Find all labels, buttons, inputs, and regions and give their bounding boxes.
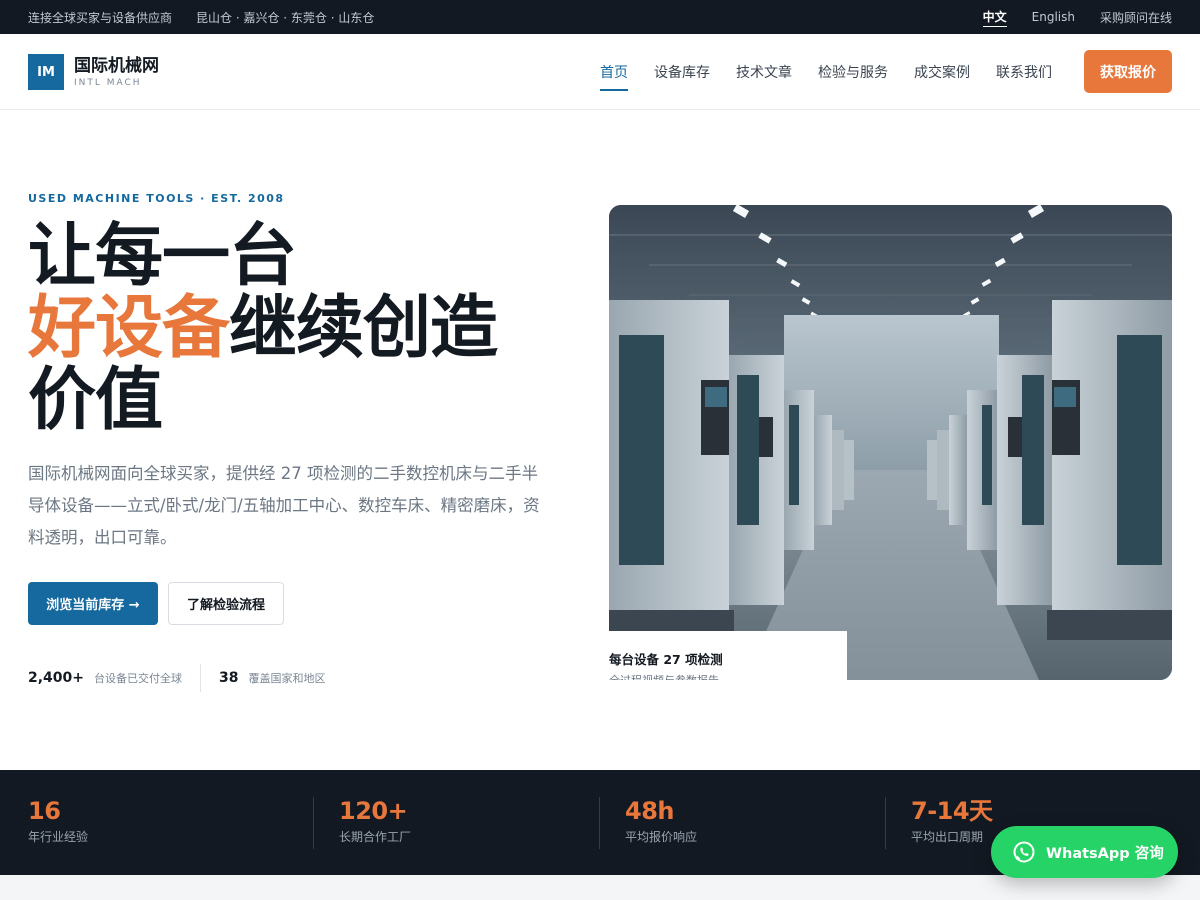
mini-stat-label: 覆盖国家和地区	[248, 672, 326, 685]
caption-subtitle: 全过程视频与参数报告	[609, 672, 847, 680]
caption-title: 每台设备 27 项检测	[609, 652, 723, 667]
nav-home[interactable]: 首页	[600, 34, 628, 110]
browse-inventory-button[interactable]: 浏览当前库存 →	[28, 582, 158, 625]
hero-eyebrow: USED MACHINE TOOLS · EST. 2008	[28, 192, 285, 205]
hero-title-accent: 好设备	[28, 288, 230, 368]
warehouse-list: 昆山仓 · 嘉兴仓 · 东莞仓 · 山东仓	[196, 10, 375, 25]
nav-cases[interactable]: 成交案例	[914, 34, 970, 110]
mini-stat-divider	[200, 664, 202, 692]
stat-label: 年行业经验	[28, 830, 89, 844]
main-nav: 首页 设备库存 技术文章 检验与服务 成交案例 联系我们	[574, 34, 1052, 110]
nav-inspection[interactable]: 检验与服务	[818, 34, 888, 110]
nav-inventory[interactable]: 设备库存	[654, 34, 710, 110]
inspection-caption-card: 每台设备 27 项检测 全过程视频与参数报告	[609, 631, 847, 680]
stat-value: 7-14天	[911, 797, 993, 825]
stat-response: 48h 平均报价响应	[625, 796, 697, 845]
lang-en-link[interactable]: English	[1032, 10, 1075, 24]
whatsapp-icon	[1013, 841, 1035, 863]
mini-stat-value: 38	[219, 670, 239, 686]
site-header: IM 国际机械网 INTL MACH 首页 设备库存 技术文章 检验与服务 成交…	[0, 34, 1200, 110]
hero-title-line2: 继续创造	[229, 288, 498, 368]
stat-divider	[885, 797, 886, 849]
whatsapp-chat-button[interactable]: WhatsApp 咨询	[991, 826, 1178, 878]
stat-value: 48h	[625, 797, 674, 825]
inspection-process-button[interactable]: 了解检验流程	[168, 582, 284, 625]
stat-label: 平均报价响应	[625, 830, 698, 844]
stat-factories: 120+ 长期合作工厂	[339, 796, 411, 845]
mini-stat-value: 2,400+	[28, 670, 85, 686]
nav-contact[interactable]: 联系我们	[996, 34, 1052, 110]
mini-stat-countries: 38 覆盖国家和地区	[219, 670, 325, 686]
logo-name: 国际机械网	[74, 56, 159, 76]
hero-title: 让每一台 好设备继续创造 价值	[28, 216, 498, 440]
logo-subtitle: INTL MACH	[74, 78, 142, 88]
stat-label: 长期合作工厂	[339, 830, 412, 844]
logo[interactable]: IM 国际机械网 INTL MACH	[28, 54, 159, 90]
hero-title-line1: 让每一台	[28, 216, 297, 296]
mini-stat-label: 台设备已交付全球	[94, 672, 183, 685]
stat-divider	[599, 797, 600, 849]
get-quote-button[interactable]: 获取报价	[1084, 50, 1172, 93]
hero-title-line3: 价值	[28, 360, 163, 440]
stat-export-cycle: 7-14天 平均出口周期	[911, 796, 993, 845]
hero-description: 国际机械网面向全球买家，提供经 27 项检测的二手数控机床与二手半导体设备——立…	[28, 464, 540, 547]
stat-divider	[313, 797, 314, 849]
advisor-online-link[interactable]: 采购顾问在线	[1100, 9, 1172, 26]
stat-value: 16	[28, 797, 61, 825]
logo-mark: IM	[28, 54, 64, 90]
factory-hero-image	[609, 205, 1172, 680]
lang-zh-link[interactable]: 中文	[982, 8, 1007, 27]
tagline: 连接全球买家与设备供应商	[28, 10, 173, 25]
hero-mini-stats: 2,400+ 台设备已交付全球 38 覆盖国家和地区	[28, 664, 326, 692]
mini-stat-delivered: 2,400+ 台设备已交付全球	[28, 670, 182, 686]
next-section-edge	[0, 875, 1200, 900]
stat-value: 120+	[339, 797, 408, 825]
stat-years: 16 年行业经验	[28, 796, 88, 845]
nav-articles[interactable]: 技术文章	[736, 34, 792, 110]
top-info-bar: 连接全球买家与设备供应商 昆山仓 · 嘉兴仓 · 东莞仓 · 山东仓 中文 En…	[0, 0, 1200, 34]
stat-label: 平均出口周期	[911, 830, 984, 844]
whatsapp-label: WhatsApp 咨询	[1046, 845, 1164, 862]
